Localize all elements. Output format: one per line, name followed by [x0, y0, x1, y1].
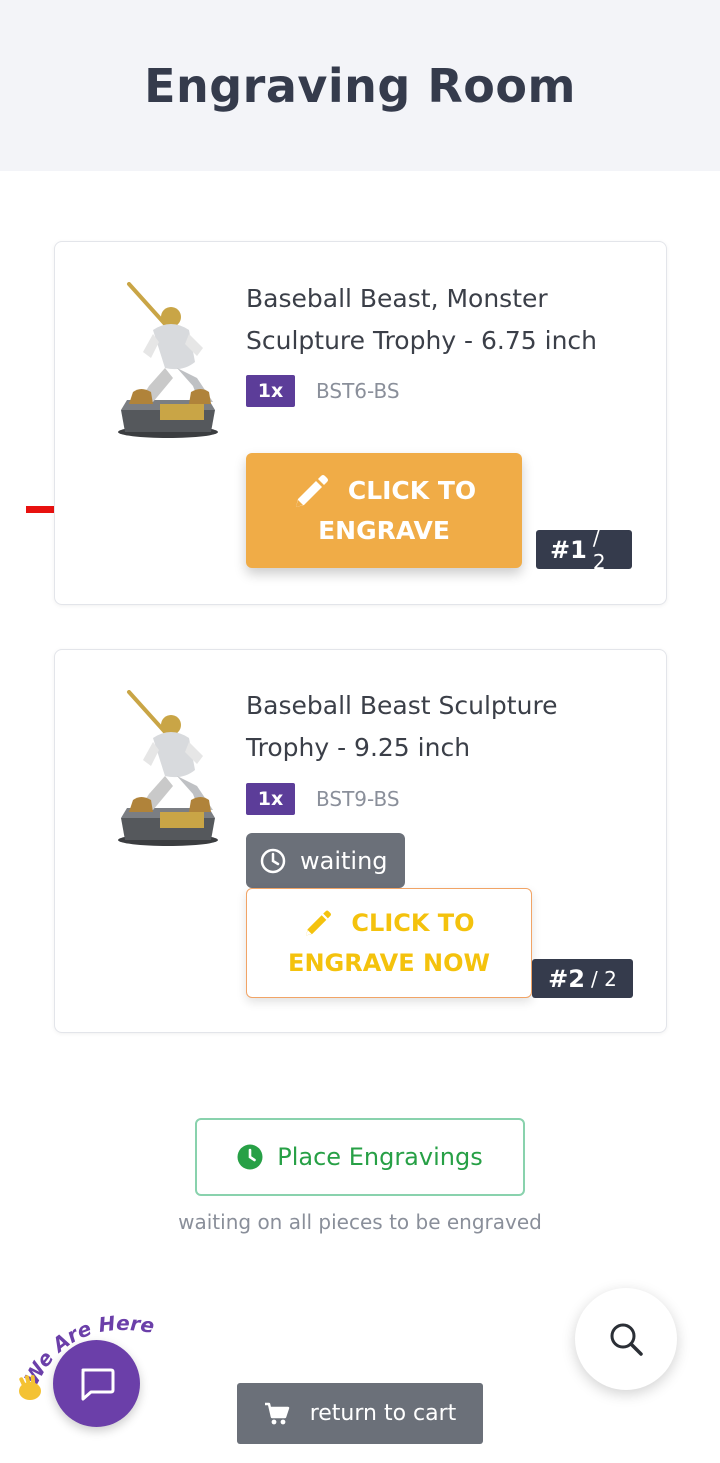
- quantity-badge: 1x: [246, 783, 295, 815]
- item-sku: BST6-BS: [316, 379, 400, 403]
- trophy-thumbnail: [118, 690, 218, 846]
- place-engravings-label: Place Engravings: [277, 1143, 483, 1171]
- place-engravings-note: waiting on all pieces to be engraved: [178, 1210, 542, 1234]
- engraving-item-card: Baseball Beast, Monster Sculpture Trophy…: [54, 241, 667, 605]
- waiting-status-label: waiting: [300, 846, 388, 875]
- item-sku: BST9-BS: [316, 787, 400, 811]
- item-total: / 2: [590, 966, 617, 991]
- item-counter: #2 / 2: [532, 959, 633, 998]
- engrave-now-button-line1: CLICK TO: [351, 909, 475, 937]
- return-to-cart-button[interactable]: return to cart: [237, 1383, 483, 1444]
- place-engravings-button[interactable]: Place Engravings: [195, 1118, 525, 1196]
- item-title: Baseball Beast, Monster Sculpture Trophy…: [246, 284, 598, 355]
- item-meta: 1x BST6-BS: [246, 375, 400, 407]
- page-title: Engraving Room: [144, 58, 576, 113]
- click-to-engrave-now-button[interactable]: CLICK TO ENGRAVE NOW: [246, 888, 532, 998]
- return-to-cart-label: return to cart: [309, 1401, 457, 1426]
- pencil-icon: [295, 474, 328, 507]
- chat-button[interactable]: [53, 1340, 140, 1427]
- item-meta: 1x BST9-BS: [246, 783, 400, 815]
- item-index: #1: [550, 535, 587, 564]
- engrave-now-button-line2: ENGRAVE NOW: [288, 949, 490, 977]
- pencil-icon: [306, 910, 332, 936]
- chat-bubble-icon: [81, 1368, 114, 1400]
- waiting-status-badge: waiting: [246, 833, 405, 888]
- item-total: / 2: [592, 525, 606, 574]
- engrave-button-line1: CLICK TO: [347, 475, 477, 505]
- engraving-item-card: Baseball Beast Sculpture Trophy - 9.25 i…: [54, 649, 667, 1033]
- clock-icon: [260, 848, 286, 873]
- item-counter: #1 / 2: [536, 526, 632, 574]
- engrave-button-line2: ENGRAVE: [318, 515, 450, 545]
- search-button[interactable]: [575, 1288, 677, 1390]
- quantity-badge: 1x: [246, 375, 295, 407]
- page-header: Engraving Room: [0, 0, 720, 171]
- trophy-thumbnail: [118, 282, 218, 438]
- item-index: #2: [548, 964, 585, 993]
- item-title: Baseball Beast Sculpture Trophy - 9.25 i…: [246, 691, 558, 762]
- search-icon: [610, 1323, 643, 1356]
- clock-filled-icon: [237, 1144, 263, 1170]
- cart-icon: [264, 1402, 289, 1424]
- click-to-engrave-button[interactable]: CLICK TO ENGRAVE: [246, 453, 522, 568]
